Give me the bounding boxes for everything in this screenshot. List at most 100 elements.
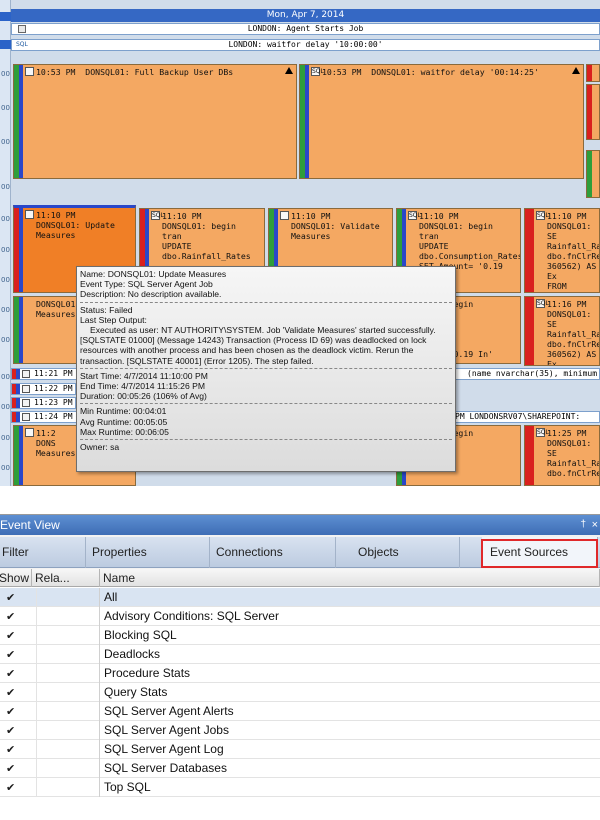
allday-event[interactable]: SQL LONDON: waitfor delay '10:00:00': [11, 39, 600, 51]
strip-time: 11:22 PM: [34, 384, 73, 393]
row-name: Deadlocks: [104, 647, 161, 661]
status-bar: [19, 297, 23, 363]
related-cell: [36, 702, 100, 721]
tab-properties[interactable]: Properties: [86, 537, 210, 568]
event-select-rainfall-3[interactable]: SQL 11:25 PM DONSQL01: SE Rainfall_Rates…: [524, 425, 600, 486]
status-bar: [16, 369, 20, 379]
close-icon[interactable]: ×: [592, 515, 598, 535]
allday-event[interactable]: LONDON: Agent Starts Job: [11, 23, 600, 35]
column-header-show[interactable]: Show: [0, 569, 32, 587]
table-row[interactable]: ✔ All: [0, 588, 600, 607]
checkbox[interactable]: ✔: [6, 763, 17, 774]
table-row[interactable]: ✔ Deadlocks: [0, 645, 600, 664]
sql-icon: [22, 370, 30, 378]
sql-icon: SQL: [536, 299, 549, 308]
tooltip-duration: Duration: 00:05:26 (106% of Avg): [80, 391, 207, 402]
tooltip-end-time: End Time: 4/7/2014 11:15:26 PM: [80, 381, 206, 392]
tab-connections[interactable]: Connections: [210, 537, 336, 568]
tooltip-min-runtime: Min Runtime: 00:04:01: [80, 406, 167, 417]
table-row[interactable]: ✔ Procedure Stats: [0, 664, 600, 683]
checkbox[interactable]: ✔: [6, 782, 17, 793]
highlight-annotation: [481, 539, 598, 568]
row-name: Advisory Conditions: SQL Server: [104, 609, 279, 623]
row-name: Top SQL: [104, 780, 151, 794]
pin-icon[interactable]: †: [580, 515, 586, 535]
event-view-panel: Event View † × Filter Properties Connect…: [0, 514, 600, 820]
strip-time: 11:24 PM: [34, 412, 73, 421]
checkbox[interactable]: ✔: [6, 744, 17, 755]
time-tick: 00: [1, 138, 10, 146]
job-icon: [280, 211, 289, 220]
checkbox[interactable]: ✔: [6, 706, 17, 717]
time-gutter: 00 00 00 00 00 00 00 00 00 00 00 00 00: [0, 0, 11, 486]
event-waitfor[interactable]: SQL 10:53 PM DONSQL01: waitfor delay '00…: [299, 64, 584, 179]
row-name: All: [104, 590, 118, 604]
status-bar: [19, 65, 23, 178]
sql-icon: SQL: [536, 211, 549, 220]
tab-objects[interactable]: Objects: [336, 537, 460, 568]
divider: [80, 301, 452, 303]
scroll-up-icon[interactable]: [0, 12, 11, 21]
event-label: 11:10 PM DONSQL01: Update Measures: [36, 210, 115, 240]
sql-icon: [22, 399, 30, 407]
related-cell: [36, 626, 100, 645]
event-select-rainfall-2[interactable]: SQL 11:16 PM DONSQL01: SE Rainfall_Rates…: [524, 296, 600, 366]
status-bar: [587, 85, 592, 139]
table-row[interactable]: ✔ SQL Server Databases: [0, 759, 600, 778]
tooltip-status: Status: Failed: [80, 304, 133, 315]
divider: [80, 439, 452, 441]
sql-icon: SQL: [536, 428, 549, 437]
sql-icon: [22, 385, 30, 393]
column-header-name[interactable]: Name: [100, 569, 600, 587]
sql-icon: [22, 413, 30, 421]
checkbox[interactable]: ✔: [6, 725, 17, 736]
event-label: 11:10 PM DONSQL01: begin tran UPDATE dbo…: [162, 211, 251, 261]
event-label: 10:53 PM DONSQL01: Full Backup User DBs: [36, 67, 234, 77]
event-edge[interactable]: [586, 150, 600, 198]
checkbox[interactable]: ✔: [6, 630, 17, 641]
tooltip-event-type: Event Type: SQL Server Agent Job: [80, 279, 213, 290]
table-row[interactable]: ✔ SQL Server Agent Log: [0, 740, 600, 759]
row-name: SQL Server Agent Jobs: [104, 723, 229, 737]
event-edge[interactable]: [586, 84, 600, 140]
table-row[interactable]: ✔ Top SQL: [0, 778, 600, 797]
checkbox[interactable]: ✔: [6, 611, 17, 622]
event-full-backup[interactable]: 10:53 PM DONSQL01: Full Backup User DBs: [13, 64, 297, 179]
related-cell: [36, 683, 100, 702]
tooltip-output: Executed as user: NT AUTHORITY\SYSTEM. J…: [90, 325, 436, 336]
table-row[interactable]: ✔ SQL Server Agent Alerts: [0, 702, 600, 721]
event-select-rainfall[interactable]: SQL 11:10 PM DONSQL01: SE Rainfall_Rates…: [524, 208, 600, 293]
checkbox[interactable]: ✔: [6, 649, 17, 660]
tooltip-avg-runtime: Avg Runtime: 00:05:05: [80, 416, 168, 427]
event-strip[interactable]: 11:23 PM: [11, 397, 76, 409]
tab-filter[interactable]: Filter: [0, 537, 86, 568]
status-bar: [19, 208, 23, 292]
table-row[interactable]: ✔ Advisory Conditions: SQL Server: [0, 607, 600, 626]
status-bar: [16, 384, 20, 394]
status-bar: [530, 426, 534, 485]
column-header-related[interactable]: Rela...: [32, 569, 100, 587]
allday-event-label: LONDON: Agent Starts Job: [247, 24, 364, 33]
tooltip-name: Name: DONSQL01: Update Measures: [80, 269, 227, 279]
checkbox[interactable]: ✔: [6, 687, 17, 698]
checkbox[interactable]: ✔: [6, 668, 17, 679]
related-cell: [36, 588, 100, 607]
checkbox[interactable]: ✔: [6, 592, 17, 603]
event-strip[interactable]: 11:22 PM: [11, 383, 76, 395]
strip-time: 11:23 PM: [34, 398, 73, 407]
tooltip-start-time: Start Time: 4/7/2014 11:10:00 PM: [80, 370, 208, 381]
row-name: Procedure Stats: [104, 666, 191, 680]
date-header: Mon, Apr 7, 2014: [11, 9, 600, 22]
time-tick: 00: [1, 70, 10, 78]
grid-header: Show Rela... Name: [0, 569, 600, 587]
table-row[interactable]: ✔ Query Stats: [0, 683, 600, 702]
status-bar: [530, 209, 534, 292]
table-row[interactable]: ✔ SQL Server Agent Jobs: [0, 721, 600, 740]
expand-icon[interactable]: [0, 40, 11, 49]
time-tick: 00: [1, 464, 10, 472]
time-tick: 00: [1, 434, 10, 442]
table-row[interactable]: ✔ Blocking SQL: [0, 626, 600, 645]
strip-text: PM LONDONSRV07\SHAREPOINT:: [455, 412, 581, 421]
time-tick: 00: [1, 246, 10, 254]
event-edge[interactable]: [586, 64, 600, 82]
